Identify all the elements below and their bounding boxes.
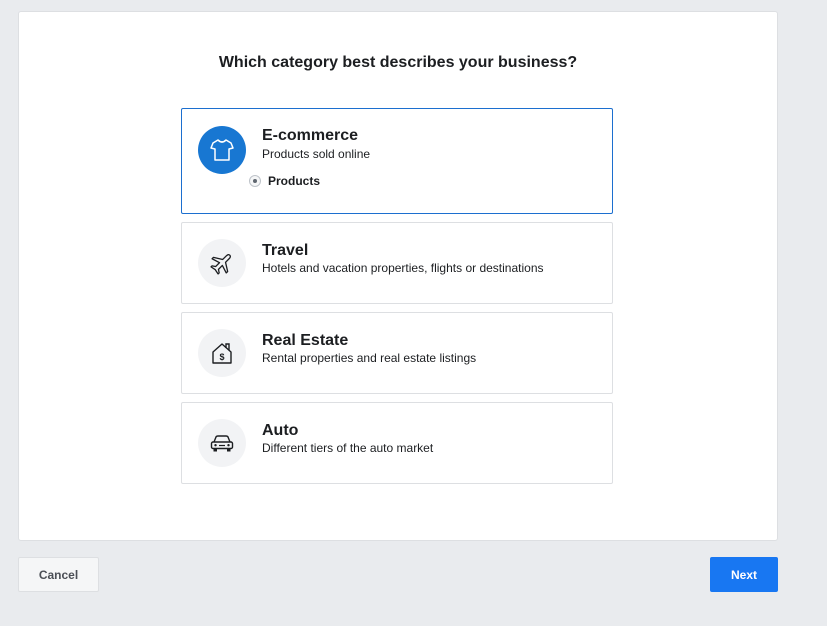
car-icon — [198, 419, 246, 467]
svg-text:$: $ — [219, 352, 224, 362]
category-title: Real Estate — [262, 332, 349, 349]
radio-option-products[interactable]: Products — [249, 174, 320, 188]
tshirt-icon — [198, 126, 246, 174]
page-title: Which category best describes your busin… — [218, 54, 578, 71]
category-subtitle: Rental properties and real estate listin… — [262, 351, 477, 365]
category-card-auto[interactable]: Auto Different tiers of the auto market — [181, 402, 613, 484]
airplane-icon — [198, 239, 246, 287]
category-panel: Which category best describes your busin… — [18, 11, 778, 541]
category-subtitle: Different tiers of the auto market — [262, 441, 434, 455]
category-title: E-commerce — [262, 127, 359, 144]
category-card-travel[interactable]: Travel Hotels and vacation properties, f… — [181, 222, 613, 304]
radio-label: Products — [268, 174, 321, 188]
category-card-ecommerce[interactable]: E-commerce Products sold online Products — [181, 108, 613, 214]
cancel-button[interactable]: Cancel — [18, 557, 99, 592]
category-card-real-estate[interactable]: $ Real Estate Rental properties and real… — [181, 312, 613, 394]
category-subtitle: Products sold online — [262, 147, 371, 161]
next-button[interactable]: Next — [710, 557, 778, 592]
category-title: Travel — [262, 242, 309, 259]
house-dollar-icon: $ — [198, 329, 246, 377]
category-title: Auto — [262, 422, 299, 439]
radio-button[interactable] — [249, 175, 261, 187]
radio-dot — [253, 179, 257, 183]
category-subtitle: Hotels and vacation properties, flights … — [262, 261, 544, 275]
